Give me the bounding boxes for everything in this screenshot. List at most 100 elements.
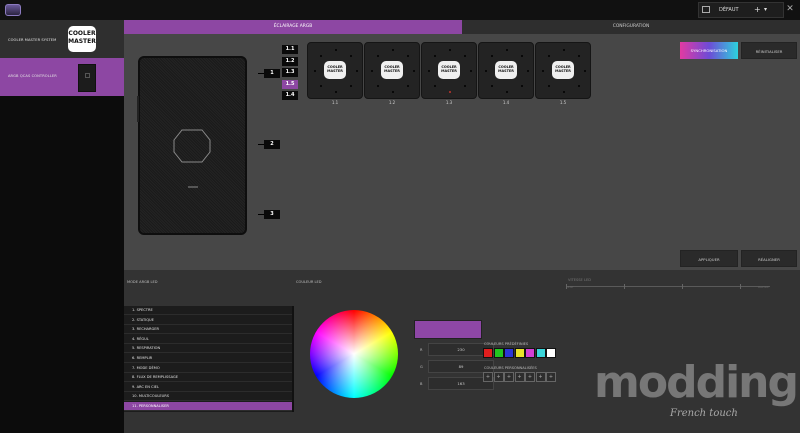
preset-colors-label: COULEURS PRÉDÉFINIES [484,342,529,346]
color-wheel[interactable] [310,310,398,398]
custom-color-slot[interactable]: + [493,372,504,382]
fan-logo: COOLER MASTER [552,61,574,79]
mode-item[interactable]: 4. RÉGUL [124,334,292,344]
mode-list-scrollbar[interactable] [292,306,294,412]
fan-led-dot [541,69,545,73]
mode-header: MODE ARGB LED [127,280,158,284]
title-bar [0,0,800,20]
profile-icon [702,6,710,13]
speed-min: LENT [566,285,574,289]
fan-led-dot [319,54,323,58]
port-1-4[interactable]: 1.4 [282,91,298,100]
fan-led-dot [577,54,581,58]
port-1-3[interactable]: 1.3 [282,68,298,77]
fan-1[interactable]: COOLER MASTER [307,42,363,99]
profile-selector[interactable]: DÉFAUT + ▾ [698,2,784,18]
fan-led-dot [349,54,353,58]
fan-led-dot [376,84,380,88]
mode-item[interactable]: 2. STATIQUE [124,315,292,325]
mode-item[interactable]: 8. FLUX DE REMPLISSAGE [124,373,292,383]
fan-led-dot [433,54,437,58]
preset-color-swatch[interactable] [546,348,556,358]
custom-color-slot[interactable]: + [546,372,556,382]
custom-color-slot[interactable]: + [525,372,535,382]
preset-color-swatch[interactable] [493,348,504,358]
case-zone-3[interactable]: 3 [264,210,280,219]
port-1-2[interactable]: 1.2 [282,57,298,66]
speed-slider[interactable] [566,284,770,290]
realign-button[interactable]: RÉALIGNER [741,250,797,267]
chevron-down-icon[interactable]: ▾ [764,3,767,17]
fan-led-dot [406,54,410,58]
fan-led-dot [334,90,338,94]
fan-led-dot [505,48,509,52]
preset-color-swatch[interactable] [483,348,493,358]
fan-label: 1.5 [559,100,567,105]
speed-tick [682,284,683,289]
fan-led-dot [427,69,431,73]
mode-item[interactable]: 10. MULTICOULEURS [124,392,292,402]
zone-connector [258,73,264,74]
apply-button[interactable]: APPLIQUER [680,250,738,267]
custom-color-slot[interactable]: + [483,372,493,382]
fan-2[interactable]: COOLER MASTER [364,42,420,99]
fan-led-dot [406,84,410,88]
case-zone-1[interactable]: 1 [264,69,280,78]
zone-connector [258,214,264,215]
fan-led-dot [484,69,488,73]
fan-led-dot [520,84,524,88]
preset-color-swatch[interactable] [514,348,525,358]
fan-4[interactable]: COOLER MASTER [478,42,534,99]
mode-item[interactable]: 11. PERSONNALISER [124,402,292,411]
system-label: COOLER MASTER SYSTEM [8,38,57,42]
custom-color-slot[interactable]: + [535,372,546,382]
speed-tick [624,284,625,289]
add-profile-icon[interactable]: + [754,3,761,17]
green-label: G [420,365,423,369]
case-front-panel[interactable] [138,56,247,235]
port-1-5[interactable]: 1.5 [282,80,298,89]
fan-led-dot [562,90,566,94]
fan-led-dot [577,84,581,88]
case-zone-2[interactable]: 2 [264,140,280,149]
fan-led-dot [463,84,467,88]
mode-item[interactable]: 5. RESPIRATION [124,344,292,354]
fan-led-dot [490,84,494,88]
preset-color-swatch[interactable] [535,348,546,358]
color-header: COULEUR LED [296,280,322,284]
mode-item[interactable]: 3. RECHARGER [124,325,292,335]
controller-logo-icon [85,73,90,78]
fan-led-dot [391,90,395,94]
fan-logo: COOLER MASTER [438,61,460,79]
custom-color-slot[interactable]: + [504,372,514,382]
fan-led-dot [547,54,551,58]
fan-label: 1.4 [502,100,510,105]
app-logo-icon [5,4,21,16]
app-window: — ▢ ✕ DÉFAUT + ▾ COOLER MASTER SYSTEM CO… [0,0,800,433]
fan-led-dot [583,69,587,73]
tab-configuration[interactable]: CONFIGURATION [462,20,800,34]
fan-3[interactable]: COOLER MASTER [421,42,477,99]
fan-led-dot [412,69,416,73]
watermark-tagline: French touch [670,408,738,419]
preset-color-swatch[interactable] [525,348,535,358]
controller-thumbnail [78,64,96,92]
preset-color-swatch[interactable] [504,348,514,358]
speed-max: RAPIDE [758,285,769,289]
port-1-1[interactable]: 1.1 [282,45,298,54]
fan-led-dot [463,54,467,58]
fan-led-dot [505,90,509,94]
mode-item[interactable]: 7. MODE DÉMO [124,363,292,373]
custom-color-slot[interactable]: + [514,372,525,382]
speed-label: VITESSE LED [568,278,591,282]
sync-button[interactable]: SYNCHRONISATION [680,42,738,59]
mode-item[interactable]: 6. REMPLIR [124,354,292,363]
reset-button[interactable]: RÉINITIALISER [741,42,797,59]
mode-item[interactable]: 1. SPECTRE [124,306,292,315]
close-button[interactable]: ✕ [784,3,796,15]
mode-item[interactable]: 9. ARC EN CIEL [124,382,292,392]
sidebar-item-controller[interactable]: ARGB QCAS CONTROLLER [0,58,124,96]
tab-argb-lighting[interactable]: ÉCLAIRAGE ARGB [124,20,462,34]
case-badge [188,186,198,188]
fan-5[interactable]: COOLER MASTER [535,42,591,99]
